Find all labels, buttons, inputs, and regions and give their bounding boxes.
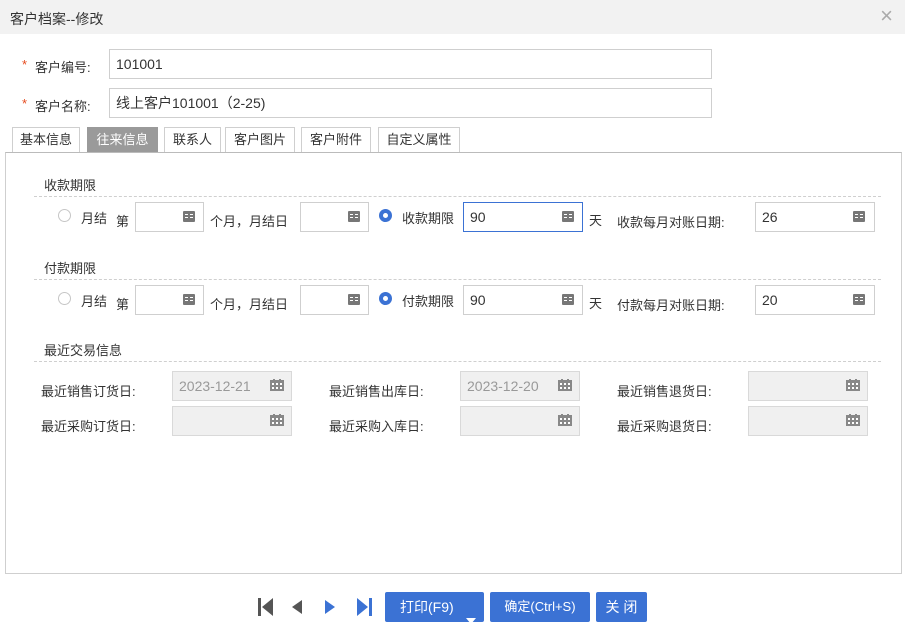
receivable-term-radio[interactable] — [379, 209, 392, 222]
receivable-recon-label: 收款每月对账日期: — [617, 215, 725, 230]
tab-contacts[interactable]: 联系人 — [164, 127, 221, 153]
divider — [34, 196, 881, 197]
recent-purchase-order-label: 最近采购订货日: — [41, 419, 136, 434]
calendar-icon — [846, 414, 860, 426]
calendar-icon — [270, 414, 284, 426]
window-title: 客户档案--修改 — [10, 11, 104, 27]
payable-term-radio[interactable] — [379, 292, 392, 305]
recent-sale-out-label: 最近销售出库日: — [329, 384, 424, 399]
stepper-icon[interactable] — [562, 294, 574, 305]
stepper-icon[interactable] — [183, 294, 195, 305]
payable-nth-label: 第 — [116, 297, 130, 312]
tab-basic-info[interactable]: 基本信息 — [12, 127, 80, 153]
customer-code-input[interactable]: 101001 — [109, 49, 712, 79]
recent-sale-return-label: 最近销售退货日: — [617, 384, 712, 399]
tab-transaction-info[interactable]: 往来信息 — [87, 127, 158, 153]
chevron-down-icon[interactable] — [466, 604, 476, 634]
receivable-nth-label: 第 — [116, 214, 130, 229]
calendar-icon — [270, 379, 284, 391]
divider — [34, 361, 881, 362]
print-button[interactable]: 打印(F9) — [385, 592, 484, 624]
calendar-icon — [846, 379, 860, 391]
payable-section-title: 付款期限 — [44, 261, 97, 276]
recent-sale-order-label: 最近销售订货日: — [41, 384, 136, 399]
stepper-icon[interactable] — [348, 211, 360, 222]
next-record-icon[interactable] — [323, 599, 341, 619]
receivable-section-title: 收款期限 — [44, 178, 97, 193]
required-marker: * — [22, 96, 28, 111]
first-record-icon[interactable] — [257, 597, 275, 617]
stepper-icon[interactable] — [348, 294, 360, 305]
payable-monthly-label: 月结 — [81, 294, 108, 309]
title-bar: 客户档案--修改 × — [0, 0, 905, 34]
recent-purchase-in-label: 最近采购入库日: — [329, 419, 424, 434]
calendar-icon — [558, 379, 572, 391]
print-button-label: 打印(F9) — [400, 599, 454, 615]
receivable-term-label: 收款期限 — [402, 211, 455, 226]
last-record-icon[interactable] — [355, 597, 373, 617]
tab-customer-images[interactable]: 客户图片 — [225, 127, 295, 153]
payable-term-label: 付款期限 — [402, 294, 455, 309]
customer-code-label: 客户编号: — [35, 60, 91, 75]
payable-unit-label: 天 — [589, 296, 603, 311]
stepper-icon[interactable] — [853, 211, 865, 222]
receivable-unit-label: 天 — [589, 213, 603, 228]
divider — [34, 279, 881, 280]
receivable-monthly-radio[interactable] — [58, 209, 71, 222]
receivable-monthly-label: 月结 — [81, 211, 108, 226]
receivable-month-suffix-label: 个月，月结日 — [210, 214, 289, 229]
recent-purchase-return-label: 最近采购退货日: — [617, 419, 712, 434]
customer-name-label: 客户名称: — [35, 99, 91, 114]
calendar-icon — [558, 414, 572, 426]
required-marker: * — [22, 57, 28, 72]
recent-section-title: 最近交易信息 — [44, 343, 123, 358]
tab-customer-attachments[interactable]: 客户附件 — [301, 127, 371, 153]
stepper-icon[interactable] — [853, 294, 865, 305]
save-button[interactable]: 确定(Ctrl+S) — [490, 592, 590, 622]
payable-recon-label: 付款每月对账日期: — [617, 298, 725, 313]
stepper-icon[interactable] — [562, 211, 574, 222]
payable-month-suffix-label: 个月，月结日 — [210, 297, 289, 312]
stepper-icon[interactable] — [183, 211, 195, 222]
previous-record-icon[interactable] — [290, 599, 308, 619]
close-icon[interactable]: × — [880, 5, 893, 27]
close-button[interactable]: 关 闭 — [596, 592, 647, 622]
tab-custom-attributes[interactable]: 自定义属性 — [378, 127, 460, 153]
customer-name-input[interactable]: 线上客户101001（2-25) — [109, 88, 712, 118]
payable-monthly-radio[interactable] — [58, 292, 71, 305]
